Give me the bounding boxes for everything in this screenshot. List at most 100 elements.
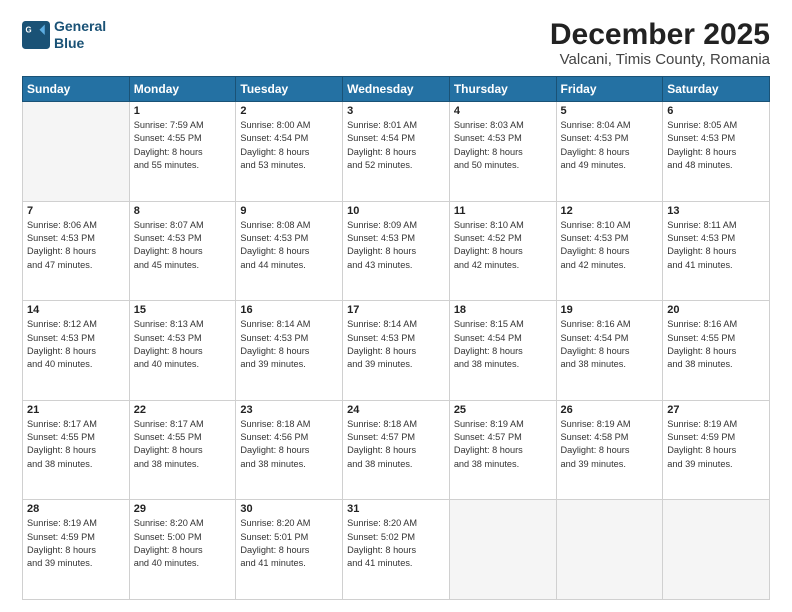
day-number: 19 <box>561 304 659 316</box>
logo-line1: General <box>54 18 106 35</box>
week-row-1: 1 Sunrise: 7:59 AM Sunset: 4:55 PM Daylig… <box>23 102 770 202</box>
day-number: 3 <box>347 105 445 117</box>
day-cell: 28Sunrise: 8:19 AM Sunset: 4:59 PM Dayli… <box>23 500 130 600</box>
day-info: Sunrise: 8:19 AM Sunset: 4:58 PM Dayligh… <box>561 418 659 471</box>
day-number: 12 <box>561 205 659 217</box>
day-number: 13 <box>667 205 765 217</box>
logo-line2: Blue <box>54 35 106 52</box>
day-info: Sunrise: 8:20 AM Sunset: 5:01 PM Dayligh… <box>240 517 338 570</box>
day-info: Sunrise: 8:10 AM Sunset: 4:52 PM Dayligh… <box>454 219 552 272</box>
day-cell: 2 Sunrise: 8:00 AM Sunset: 4:54 PM Daylig… <box>236 102 343 202</box>
calendar-header-row: SundayMondayTuesdayWednesdayThursdayFrid… <box>23 77 770 102</box>
day-cell: 4Sunrise: 8:03 AM Sunset: 4:53 PM Daylig… <box>449 102 556 202</box>
logo-icon: G <box>22 21 50 49</box>
day-cell <box>23 102 130 202</box>
day-cell <box>556 500 663 600</box>
week-row-3: 14 Sunrise: 8:12 AM Sunset: 4:53 PM Dayli… <box>23 301 770 401</box>
day-number: 14 <box>27 304 125 316</box>
day-number: 1 <box>134 105 232 117</box>
day-info: Sunrise: 8:14 AM Sunset: 4:53 PM Dayligh… <box>240 318 338 371</box>
day-cell: 19 Sunrise: 8:16 AM Sunset: 4:54 PM Dayli… <box>556 301 663 401</box>
day-number: 23 <box>240 404 338 416</box>
calendar-title: December 2025 <box>550 18 770 51</box>
day-number: 27 <box>667 404 765 416</box>
day-cell: 22 Sunrise: 8:17 AM Sunset: 4:55 PM Dayli… <box>129 400 236 500</box>
column-header-sunday: Sunday <box>23 77 130 102</box>
day-number: 11 <box>454 205 552 217</box>
day-info: Sunrise: 8:12 AM Sunset: 4:53 PM Dayligh… <box>27 318 125 371</box>
day-cell: 11 Sunrise: 8:10 AM Sunset: 4:52 PM Dayli… <box>449 201 556 301</box>
day-number: 22 <box>134 404 232 416</box>
day-cell: 10 Sunrise: 8:09 AM Sunset: 4:53 PM Dayli… <box>343 201 450 301</box>
calendar-table: SundayMondayTuesdayWednesdayThursdayFrid… <box>22 76 770 600</box>
day-cell: 8 Sunrise: 8:07 AM Sunset: 4:53 PM Daylig… <box>129 201 236 301</box>
day-number: 10 <box>347 205 445 217</box>
day-info: Sunrise: 8:17 AM Sunset: 4:55 PM Dayligh… <box>134 418 232 471</box>
day-cell: 17 Sunrise: 8:14 AM Sunset: 4:53 PM Dayli… <box>343 301 450 401</box>
day-info: Sunrise: 8:19 AM Sunset: 4:59 PM Dayligh… <box>27 517 125 570</box>
day-info: Sunrise: 8:10 AM Sunset: 4:53 PM Dayligh… <box>561 219 659 272</box>
day-number: 18 <box>454 304 552 316</box>
day-number: 17 <box>347 304 445 316</box>
day-number: 25 <box>454 404 552 416</box>
day-info: Sunrise: 8:00 AM Sunset: 4:54 PM Dayligh… <box>240 119 338 172</box>
day-number: 29 <box>134 503 232 515</box>
day-cell: 1 Sunrise: 7:59 AM Sunset: 4:55 PM Daylig… <box>129 102 236 202</box>
day-info: Sunrise: 8:01 AM Sunset: 4:54 PM Dayligh… <box>347 119 445 172</box>
day-cell: 5 Sunrise: 8:04 AM Sunset: 4:53 PM Daylig… <box>556 102 663 202</box>
day-info: Sunrise: 8:15 AM Sunset: 4:54 PM Dayligh… <box>454 318 552 371</box>
day-info: Sunrise: 7:59 AM Sunset: 4:55 PM Dayligh… <box>134 119 232 172</box>
logo: G General Blue <box>22 18 106 52</box>
column-header-thursday: Thursday <box>449 77 556 102</box>
day-cell <box>663 500 770 600</box>
day-number: 21 <box>27 404 125 416</box>
calendar-subtitle: Valcani, Timis County, Romania <box>550 51 770 68</box>
day-number: 16 <box>240 304 338 316</box>
day-number: 26 <box>561 404 659 416</box>
page: G General Blue December 2025 Valcani, Ti… <box>0 0 792 612</box>
column-header-saturday: Saturday <box>663 77 770 102</box>
logo-text: General Blue <box>54 18 106 52</box>
day-cell: 9 Sunrise: 8:08 AM Sunset: 4:53 PM Daylig… <box>236 201 343 301</box>
column-header-monday: Monday <box>129 77 236 102</box>
day-cell <box>449 500 556 600</box>
week-row-2: 7 Sunrise: 8:06 AM Sunset: 4:53 PM Daylig… <box>23 201 770 301</box>
week-row-4: 21 Sunrise: 8:17 AM Sunset: 4:55 PM Dayli… <box>23 400 770 500</box>
day-cell: 23 Sunrise: 8:18 AM Sunset: 4:56 PM Dayli… <box>236 400 343 500</box>
day-number: 7 <box>27 205 125 217</box>
day-info: Sunrise: 8:08 AM Sunset: 4:53 PM Dayligh… <box>240 219 338 272</box>
day-info: Sunrise: 8:20 AM Sunset: 5:00 PM Dayligh… <box>134 517 232 570</box>
day-info: Sunrise: 8:18 AM Sunset: 4:56 PM Dayligh… <box>240 418 338 471</box>
title-block: December 2025 Valcani, Timis County, Rom… <box>550 18 770 68</box>
day-info: Sunrise: 8:18 AM Sunset: 4:57 PM Dayligh… <box>347 418 445 471</box>
day-cell: 6Sunrise: 8:05 AM Sunset: 4:53 PM Daylig… <box>663 102 770 202</box>
day-cell: 16 Sunrise: 8:14 AM Sunset: 4:53 PM Dayli… <box>236 301 343 401</box>
day-info: Sunrise: 8:19 AM Sunset: 4:59 PM Dayligh… <box>667 418 765 471</box>
day-cell: 15Sunrise: 8:13 AM Sunset: 4:53 PM Dayli… <box>129 301 236 401</box>
day-cell: 25Sunrise: 8:19 AM Sunset: 4:57 PM Dayli… <box>449 400 556 500</box>
day-number: 20 <box>667 304 765 316</box>
day-info: Sunrise: 8:14 AM Sunset: 4:53 PM Dayligh… <box>347 318 445 371</box>
day-cell: 18 Sunrise: 8:15 AM Sunset: 4:54 PM Dayli… <box>449 301 556 401</box>
day-info: Sunrise: 8:20 AM Sunset: 5:02 PM Dayligh… <box>347 517 445 570</box>
day-cell: 14 Sunrise: 8:12 AM Sunset: 4:53 PM Dayli… <box>23 301 130 401</box>
day-number: 2 <box>240 105 338 117</box>
day-number: 9 <box>240 205 338 217</box>
day-number: 30 <box>240 503 338 515</box>
day-number: 8 <box>134 205 232 217</box>
day-number: 5 <box>561 105 659 117</box>
day-number: 24 <box>347 404 445 416</box>
day-info: Sunrise: 8:04 AM Sunset: 4:53 PM Dayligh… <box>561 119 659 172</box>
day-info: Sunrise: 8:16 AM Sunset: 4:54 PM Dayligh… <box>561 318 659 371</box>
column-header-tuesday: Tuesday <box>236 77 343 102</box>
calendar-body: 1 Sunrise: 7:59 AM Sunset: 4:55 PM Daylig… <box>23 102 770 600</box>
header: G General Blue December 2025 Valcani, Ti… <box>22 18 770 68</box>
day-info: Sunrise: 8:06 AM Sunset: 4:53 PM Dayligh… <box>27 219 125 272</box>
column-header-wednesday: Wednesday <box>343 77 450 102</box>
day-cell: 31Sunrise: 8:20 AM Sunset: 5:02 PM Dayli… <box>343 500 450 600</box>
day-number: 15 <box>134 304 232 316</box>
day-info: Sunrise: 8:17 AM Sunset: 4:55 PM Dayligh… <box>27 418 125 471</box>
day-info: Sunrise: 8:09 AM Sunset: 4:53 PM Dayligh… <box>347 219 445 272</box>
day-cell: 30 Sunrise: 8:20 AM Sunset: 5:01 PM Dayli… <box>236 500 343 600</box>
day-info: Sunrise: 8:07 AM Sunset: 4:53 PM Dayligh… <box>134 219 232 272</box>
